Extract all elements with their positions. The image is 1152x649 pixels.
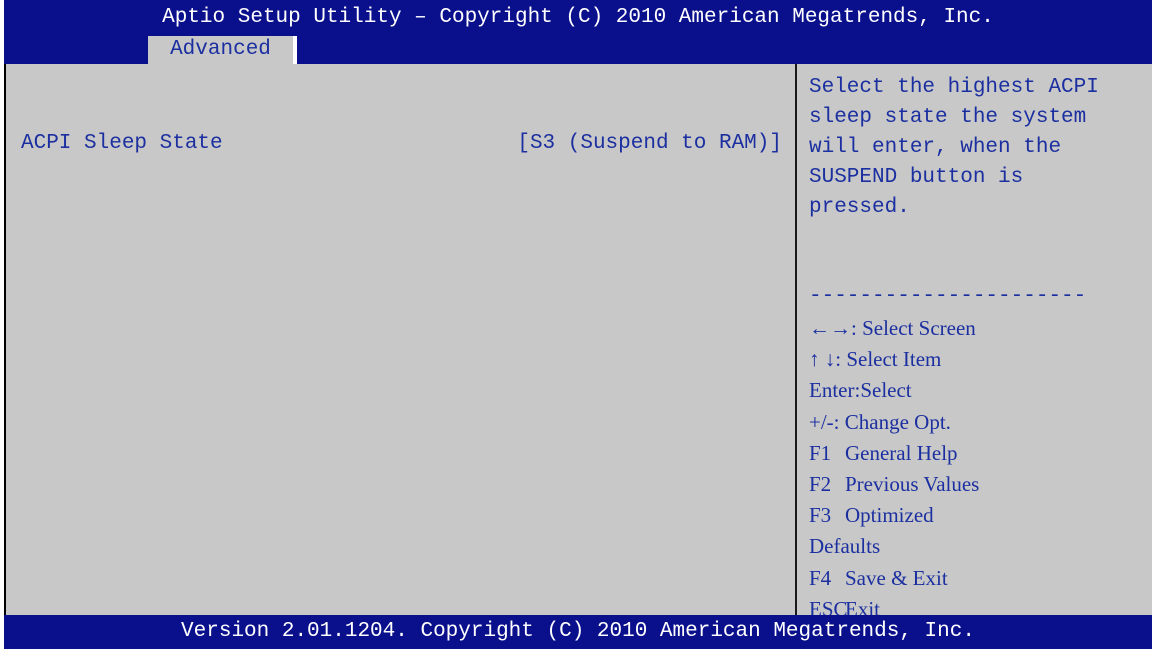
key-legend-item: F4 Save & Exit <box>809 565 948 590</box>
key-legend-item: ←→: Select Screen <box>809 313 1149 344</box>
key-legend-item: ↑ ↓: Select Item <box>809 344 1149 375</box>
key-legend-item: F1 General Help <box>809 440 958 465</box>
help-line: sleep state the system <box>809 106 1087 129</box>
help-line: pressed. <box>809 196 910 219</box>
acpi-sleep-state-value[interactable]: [S3 (Suspend to RAM)] <box>480 130 782 158</box>
tab-advanced[interactable]: Advanced <box>148 36 297 64</box>
help-line: SUSPEND button is <box>809 166 1024 189</box>
title-bar: Aptio Setup Utility – Copyright (C) 2010… <box>4 0 1152 36</box>
help-line: will enter, when the <box>809 136 1062 159</box>
key-legend-item: +/-: Change Opt. <box>809 409 951 434</box>
acpi-sleep-state-label[interactable]: ACPI Sleep State <box>21 130 223 158</box>
help-line: Select the highest ACPI <box>809 76 1099 99</box>
key-legend: ←→: Select Screen ↑ ↓: Select Item Enter… <box>809 313 1149 625</box>
key-legend-item: F3 Optimized <box>809 503 934 528</box>
key-legend-item: Enter:Select <box>809 378 912 403</box>
key-legend-item: Defaults <box>809 534 881 559</box>
panel-divider <box>795 64 797 615</box>
help-text: Select the highest ACPI sleep state the … <box>809 73 1149 223</box>
arrow-up-down-icon: ↑ ↓ <box>809 347 836 372</box>
key-legend-item: F2 Previous Values <box>809 471 980 496</box>
version-bar: Version 2.01.1204. Copyright (C) 2010 Am… <box>4 615 1152 649</box>
arrow-left-right-icon: ←→ <box>809 316 851 340</box>
bios-setup-screen: Aptio Setup Utility – Copyright (C) 2010… <box>0 0 1152 649</box>
tab-bar: Advanced <box>4 36 1152 64</box>
help-separator: ---------------------- <box>809 285 1087 308</box>
